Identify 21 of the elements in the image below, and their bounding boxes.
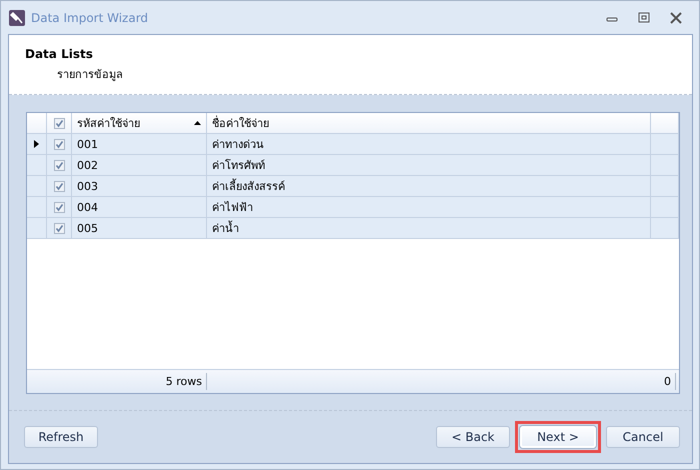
table-cell: ค่าน้ำ [207, 218, 651, 239]
checkbox[interactable] [54, 118, 64, 128]
checkbox[interactable] [54, 202, 64, 212]
footer-total: 0 [207, 373, 676, 390]
close-icon[interactable] [669, 12, 683, 24]
checkbox[interactable] [54, 222, 64, 234]
wizard-button[interactable]: Cancel [606, 426, 680, 448]
page-title: Data Lists [25, 47, 93, 61]
checkbox[interactable] [54, 138, 64, 150]
wizard-button[interactable]: Next > [520, 426, 596, 448]
table-cell: 005 [72, 218, 207, 239]
wizard-app-icon [9, 10, 25, 26]
maximize-icon[interactable] [637, 12, 651, 24]
row-indicator-cell[interactable] [27, 218, 47, 239]
window-title: Data Import Wizard [31, 10, 150, 24]
checkbox[interactable] [54, 180, 64, 192]
checkbox[interactable] [54, 160, 64, 170]
row-count: 5 rows [27, 373, 207, 390]
wizard-button[interactable]: Refresh [24, 426, 98, 448]
page-subtitle: รายการข้อมูล [57, 67, 123, 83]
wizard-button[interactable]: < Back [436, 426, 510, 448]
